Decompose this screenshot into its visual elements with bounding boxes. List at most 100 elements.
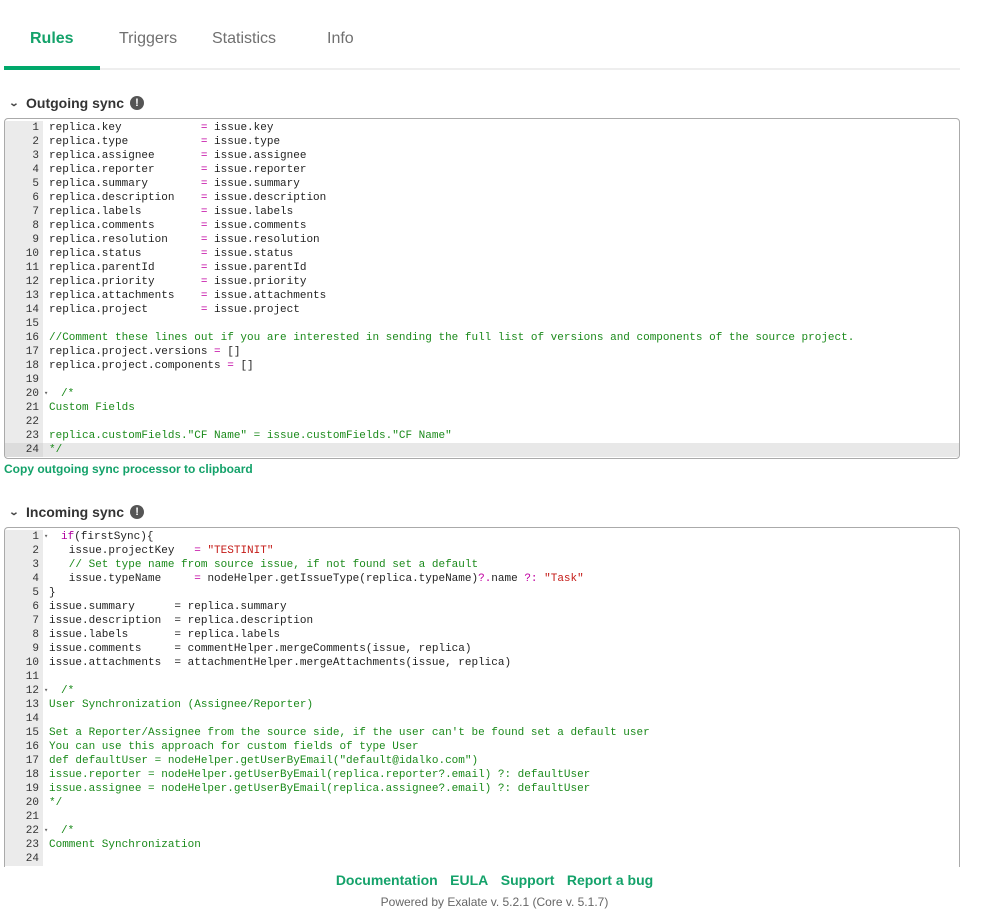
code-line[interactable]: 3 replica.assignee = issue.assignee bbox=[5, 149, 959, 163]
code-line[interactable]: 1 replica.key = issue.key bbox=[5, 121, 959, 135]
section-title: Outgoing sync bbox=[26, 95, 124, 111]
info-icon[interactable]: ! bbox=[130, 96, 144, 110]
chevron-down-icon[interactable]: ⌄ bbox=[9, 507, 22, 518]
line-number: 10 bbox=[5, 247, 43, 261]
code-line[interactable]: 8 replica.comments = issue.comments bbox=[5, 219, 959, 233]
code-line[interactable]: 23 replica.customFields."CF Name" = issue… bbox=[5, 429, 959, 443]
line-number: 1 bbox=[5, 530, 43, 544]
line-number: 23 bbox=[5, 838, 43, 852]
code-line[interactable]: 18 issue.reporter = nodeHelper.getUserByE… bbox=[5, 768, 959, 782]
code-line[interactable]: 19 issue.assignee = nodeHelper.getUserByE… bbox=[5, 782, 959, 796]
copy-outgoing-link[interactable]: Copy outgoing sync processor to clipboar… bbox=[4, 462, 253, 476]
code-line[interactable]: 13 replica.attachments = issue.attachment… bbox=[5, 289, 959, 303]
code-line[interactable]: 23 Comment Synchronization bbox=[5, 838, 959, 852]
outgoing-code-editor[interactable]: 1 replica.key = issue.key 2 replica.type = … bbox=[4, 118, 960, 459]
line-number: 4 bbox=[5, 163, 43, 177]
active-tab-indicator bbox=[4, 66, 100, 70]
code-line[interactable]: 17 replica.project.versions = [] bbox=[5, 345, 959, 359]
code-line[interactable]: 2 replica.type = issue.type bbox=[5, 135, 959, 149]
support-link[interactable]: Support bbox=[501, 872, 555, 888]
code-line[interactable]: 11 bbox=[5, 670, 959, 684]
line-number: 6 bbox=[5, 600, 43, 614]
code-line[interactable]: 5} bbox=[5, 586, 959, 600]
code-line[interactable]: 21 bbox=[5, 810, 959, 824]
code-line[interactable]: 13 User Synchronization (Assignee/Reporte… bbox=[5, 698, 959, 712]
code-text: issue.description = replica.description bbox=[43, 614, 313, 628]
code-line[interactable]: 15 Set a Reporter/Assignee from the sourc… bbox=[5, 726, 959, 740]
line-number: 18 bbox=[5, 359, 43, 373]
code-line[interactable]: 24 */ bbox=[5, 443, 959, 457]
line-number: 2 bbox=[5, 544, 43, 558]
code-token: [] bbox=[220, 346, 241, 358]
fold-toggle-icon[interactable]: ▾ bbox=[44, 824, 48, 838]
code-text: replica.project.versions = [] bbox=[43, 345, 240, 359]
eula-link[interactable]: EULA bbox=[450, 872, 488, 888]
code-token: replica.resolution bbox=[49, 234, 201, 246]
code-line[interactable]: 4 replica.reporter = issue.reporter bbox=[5, 163, 959, 177]
code-line[interactable]: 22 ▾ /* bbox=[5, 824, 959, 838]
code-line[interactable]: 16 You can use this approach for custom f… bbox=[5, 740, 959, 754]
report-bug-link[interactable]: Report a bug bbox=[567, 872, 653, 888]
code-text: Set a Reporter/Assignee from the source … bbox=[43, 726, 650, 740]
chevron-down-icon[interactable]: ⌄ bbox=[9, 98, 22, 109]
code-line[interactable]: 9 replica.resolution = issue.resolution bbox=[5, 233, 959, 247]
code-line[interactable]: 1 ▾ if(firstSync){ bbox=[5, 530, 959, 544]
code-line[interactable]: 14 bbox=[5, 712, 959, 726]
code-line[interactable]: 24 bbox=[5, 852, 959, 866]
code-line[interactable]: 12 replica.priority = issue.priority bbox=[5, 275, 959, 289]
code-line[interactable]: 18 replica.project.components = [] bbox=[5, 359, 959, 373]
code-line[interactable]: 21 Custom Fields bbox=[5, 401, 959, 415]
code-text: issue.projectKey = "TESTINIT" bbox=[43, 544, 274, 558]
code-token: You can use this approach for custom fie… bbox=[49, 741, 419, 753]
documentation-link[interactable]: Documentation bbox=[336, 872, 438, 888]
tab-triggers[interactable]: Triggers bbox=[119, 30, 177, 48]
code-text: replica.status = issue.status bbox=[43, 247, 293, 261]
code-line[interactable]: 10 replica.status = issue.status bbox=[5, 247, 959, 261]
code-line[interactable]: 20 */ bbox=[5, 796, 959, 810]
code-line[interactable]: 19 bbox=[5, 373, 959, 387]
code-token: nodeHelper.getIssueType(replica.typeName… bbox=[200, 573, 479, 585]
code-line[interactable]: 6 issue.summary = replica.summary bbox=[5, 600, 959, 614]
outgoing-sync-header[interactable]: ⌄ Outgoing sync ! bbox=[9, 95, 144, 111]
code-line[interactable]: 2 issue.projectKey = "TESTINIT" bbox=[5, 544, 959, 558]
info-icon[interactable]: ! bbox=[130, 505, 145, 519]
code-line[interactable]: 7 issue.description = replica.description bbox=[5, 614, 959, 628]
code-line[interactable]: 12 ▾ /* bbox=[5, 684, 959, 698]
code-line[interactable]: 14 replica.project = issue.project bbox=[5, 303, 959, 317]
code-token: issue.reporter = nodeHelper.getUserByEma… bbox=[49, 769, 591, 781]
code-line[interactable]: 5 replica.summary = issue.summary bbox=[5, 177, 959, 191]
code-line[interactable]: 7 replica.labels = issue.labels bbox=[5, 205, 959, 219]
code-line[interactable]: 20 ▾ /* bbox=[5, 387, 959, 401]
code-token: issue.comments = commentHelper.mergeComm… bbox=[49, 643, 472, 655]
code-token: Comment Synchronization bbox=[49, 839, 201, 851]
code-line[interactable]: 22 bbox=[5, 415, 959, 429]
code-line[interactable]: 8 issue.labels = replica.labels bbox=[5, 628, 959, 642]
code-text: replica.attachments = issue.attachments bbox=[43, 289, 326, 303]
tab-info[interactable]: Info bbox=[327, 30, 354, 48]
tab-rules[interactable]: Rules bbox=[30, 30, 74, 48]
fold-toggle-icon[interactable]: ▾ bbox=[44, 684, 48, 698]
code-line[interactable]: 15 bbox=[5, 317, 959, 331]
code-line[interactable]: 4 issue.typeName = nodeHelper.getIssueTy… bbox=[5, 572, 959, 586]
code-line[interactable]: 16 //Comment these lines out if you are i… bbox=[5, 331, 959, 345]
tab-statistics[interactable]: Statistics bbox=[212, 30, 276, 48]
code-token: } bbox=[49, 587, 56, 599]
line-number: 13 bbox=[5, 698, 43, 712]
incoming-sync-header[interactable]: ⌄ Incoming sync ! bbox=[9, 504, 145, 520]
code-token: (firstSync){ bbox=[74, 531, 154, 543]
code-line[interactable]: 10 issue.attachments = attachmentHelper.m… bbox=[5, 656, 959, 670]
code-line[interactable]: 3 // Set type name from source issue, if… bbox=[5, 558, 959, 572]
incoming-code-editor[interactable]: 1 ▾ if(firstSync){2 issue.projectKey = "TE… bbox=[4, 527, 960, 867]
fold-toggle-icon[interactable]: ▾ bbox=[44, 530, 48, 544]
code-line[interactable]: 11 replica.parentId = issue.parentId bbox=[5, 261, 959, 275]
code-line[interactable]: 9 issue.comments = commentHelper.mergeCom… bbox=[5, 642, 959, 656]
code-token: /* bbox=[61, 685, 75, 697]
code-line[interactable]: 17 def defaultUser = nodeHelper.getUserBy… bbox=[5, 754, 959, 768]
code-token: replica.parentId bbox=[49, 262, 201, 274]
code-token: replica.status bbox=[49, 248, 201, 260]
code-line[interactable]: 6 replica.description = issue.description bbox=[5, 191, 959, 205]
line-number: 12 bbox=[5, 684, 43, 698]
fold-toggle-icon[interactable]: ▾ bbox=[44, 387, 48, 401]
